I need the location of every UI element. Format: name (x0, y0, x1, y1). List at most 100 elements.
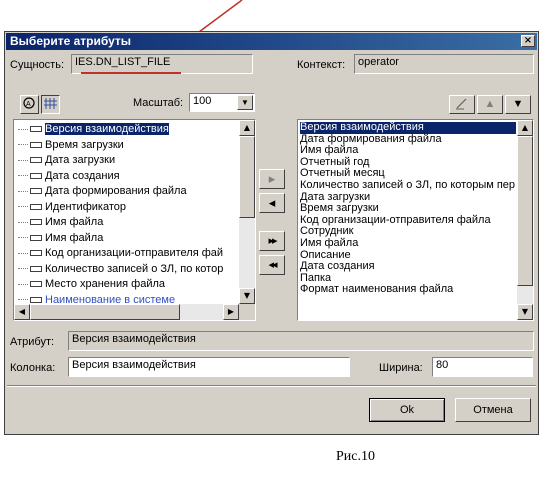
list-item-label: Дата создания (45, 169, 120, 182)
attribute-icon (30, 265, 42, 272)
entity-field: IES.DN_LIST_FILE (71, 54, 253, 74)
scroll-up-icon[interactable]: ▲ (239, 120, 255, 136)
list-item-label: Место хранения файла (45, 278, 166, 290)
context-label: Контекст: (297, 59, 346, 71)
attribute-icon (30, 203, 42, 210)
tree-line-icon (18, 268, 28, 270)
list-item[interactable]: Время загрузки (18, 138, 238, 154)
annotation-underline (81, 72, 181, 74)
right-vscrollbar[interactable]: ▲ ▼ (517, 120, 533, 320)
list-item-label: Время загрузки (45, 138, 124, 151)
arrow-down-icon: ▼ (512, 98, 524, 110)
available-attributes-list[interactable]: Версия взаимодействия Время загрузки Дата … (13, 119, 256, 321)
context-field: operator (354, 54, 534, 74)
attribute-icon (30, 172, 42, 179)
svg-text:A: A (26, 101, 31, 108)
width-input[interactable]: 80 (432, 357, 533, 377)
move-down-button[interactable]: ▼ (505, 95, 531, 114)
tree-line-icon (18, 206, 28, 208)
chevron-down-icon[interactable]: ▼ (237, 95, 253, 110)
list-item-label: Имя файла (45, 216, 104, 228)
scroll-down-icon[interactable]: ▼ (517, 304, 533, 320)
attribute-icon (30, 126, 42, 133)
sort-alpha-button[interactable]: A (20, 95, 39, 114)
tree-line-icon (18, 190, 28, 192)
list-item[interactable]: Идентификатор (18, 200, 238, 216)
list-item-label: Имя файла (45, 231, 104, 244)
left-vscrollbar[interactable]: ▲ ▼ (239, 120, 255, 304)
list-item[interactable]: Код организации-отправителя фай (18, 246, 238, 262)
list-item[interactable]: Дата создания (18, 169, 238, 185)
attribute-icon (30, 157, 42, 164)
attribute-icon (30, 141, 42, 148)
attribute-field: Версия взаимодействия (68, 331, 534, 351)
attribute-icon (30, 296, 42, 303)
cancel-button[interactable]: Отмена (455, 398, 531, 422)
scale-select[interactable]: 100 ▼ (189, 93, 255, 112)
list-item[interactable]: Дата формирования файла (18, 184, 238, 200)
hscroll-thumb[interactable] (30, 304, 180, 320)
attribute-icon (30, 219, 42, 226)
list-item-label: Дата загрузки (45, 154, 116, 166)
list-item[interactable]: Дата загрузки (18, 153, 238, 169)
list-item-label: Идентификатор (45, 200, 126, 213)
move-up-button[interactable]: ▲ (477, 95, 503, 114)
tree-line-icon (18, 144, 28, 146)
scroll-up-icon[interactable]: ▲ (517, 120, 533, 136)
list-item[interactable]: Количество записей о ЗЛ, по котор (18, 262, 238, 278)
close-button[interactable]: × (521, 35, 535, 47)
list-item[interactable]: Количество записей о ЗЛ, по которым пер (300, 179, 516, 192)
dialog-title: Выберите атрибуты (10, 34, 132, 48)
list-item[interactable]: Имя файла (300, 237, 516, 250)
list-item-label: Код организации-отправителя фай (45, 247, 224, 259)
attribute-icon (30, 250, 42, 257)
add-attribute-button[interactable]: ▸ (259, 169, 285, 189)
list-item-label: Дата формирования файла (45, 185, 187, 197)
tree-line-icon (18, 221, 28, 223)
list-item[interactable]: Формат наименования файла (300, 284, 516, 296)
scroll-thumb[interactable] (517, 136, 533, 286)
list-item[interactable]: Имя файла (18, 215, 238, 231)
ok-button[interactable]: Ok (369, 398, 445, 422)
tree-line-icon (18, 283, 28, 285)
scale-label: Масштаб: (133, 97, 184, 109)
scroll-right-icon[interactable]: ▶ (223, 304, 239, 320)
grid-icon (44, 98, 57, 109)
pencil-icon (456, 98, 467, 110)
scroll-thumb[interactable] (239, 136, 255, 218)
left-hscrollbar[interactable]: ◀ ▶ (14, 304, 239, 320)
attribute-icon (30, 281, 42, 288)
entity-label: Сущность: (10, 59, 65, 71)
list-item[interactable]: Версия взаимодействия (300, 121, 516, 134)
tree-line-icon (18, 128, 28, 130)
divider (7, 385, 536, 387)
attribute-icon (30, 234, 42, 241)
list-item[interactable]: Имя файла (18, 231, 238, 247)
figure-caption: Рис.10 (336, 449, 375, 464)
scroll-left-icon[interactable]: ◀ (14, 304, 30, 320)
attribute-icon (30, 188, 42, 195)
add-all-button[interactable]: ▸▸ (259, 231, 285, 251)
list-item[interactable]: Версия взаимодействия (18, 122, 238, 138)
list-item-label: Количество записей о ЗЛ, по котор (45, 262, 224, 275)
selected-attributes-rows: Версия взаимодействия Дата формирования ф… (300, 121, 516, 296)
column-label: Колонка: (10, 362, 56, 374)
scale-value: 100 (193, 95, 212, 107)
tree-line-icon (18, 299, 28, 301)
edit-button[interactable] (449, 95, 475, 114)
available-attributes-rows: Версия взаимодействия Время загрузки Дата … (18, 122, 238, 308)
remove-attribute-button[interactable]: ◂ (259, 193, 285, 213)
tree-view-button[interactable] (41, 95, 60, 114)
remove-all-button[interactable]: ◂◂ (259, 255, 285, 275)
list-item[interactable]: Дата создания (300, 261, 516, 273)
sort-alpha-icon: A (23, 97, 35, 109)
attribute-label: Атрибут: (10, 336, 55, 348)
list-item[interactable]: Место хранения файла (18, 277, 238, 293)
scroll-down-icon[interactable]: ▼ (239, 288, 255, 304)
list-item[interactable]: Время загрузки (300, 203, 516, 215)
tree-line-icon (18, 175, 28, 177)
dialog-titlebar: Выберите атрибуты × (6, 33, 537, 50)
column-input[interactable]: Версия взаимодействия (68, 357, 350, 377)
width-label: Ширина: (379, 362, 423, 374)
selected-attributes-list[interactable]: Версия взаимодействия Дата формирования ф… (297, 119, 534, 321)
